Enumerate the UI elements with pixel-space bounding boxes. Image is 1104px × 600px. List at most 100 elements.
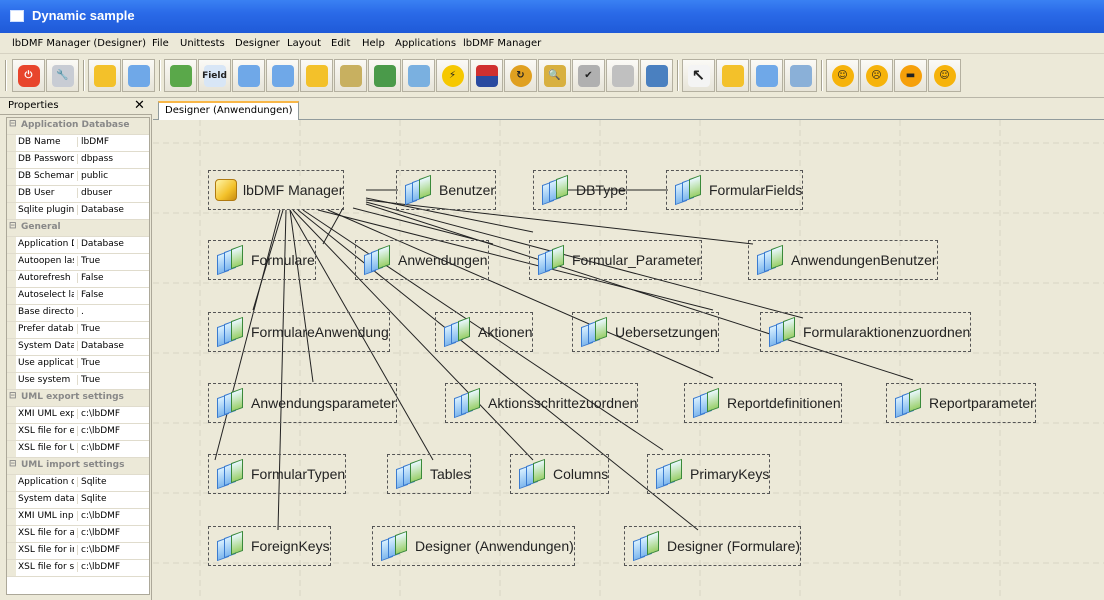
smiley-neutral-button[interactable]: ☺ — [928, 59, 961, 92]
node-anwendungen[interactable]: Anwendungen — [355, 240, 489, 280]
property-row[interactable]: System DatabaseDatabase — [7, 339, 149, 356]
tables-button[interactable] — [122, 59, 155, 92]
property-value[interactable]: . — [77, 307, 149, 317]
property-row[interactable]: Use applicationTrue — [7, 356, 149, 373]
node-formular-parameter[interactable]: Formular_Parameter — [529, 240, 703, 280]
property-value[interactable]: True — [77, 324, 149, 334]
property-row[interactable]: XMI UML inputc:\lbDMF — [7, 509, 149, 526]
node-foreignkeys[interactable]: ForeignKeys — [208, 526, 331, 566]
node-reportparameter[interactable]: Reportparameter — [886, 383, 1036, 423]
menu-layout[interactable]: Layout — [287, 38, 321, 49]
property-section[interactable]: ⊟ UML import settings — [7, 458, 149, 475]
new-cube-button[interactable] — [88, 59, 121, 92]
property-value[interactable]: dbuser — [77, 188, 149, 198]
collapse-icon[interactable]: ⊟ — [9, 221, 17, 231]
property-value[interactable]: True — [77, 358, 149, 368]
print-button[interactable] — [606, 59, 639, 92]
smiley-sad-button[interactable]: ☹ — [860, 59, 893, 92]
node-reportdefinitionen[interactable]: Reportdefinitionen — [684, 383, 842, 423]
magnify-button[interactable]: 🔍 — [538, 59, 571, 92]
property-row[interactable]: System databaseSqlite — [7, 492, 149, 509]
power-button[interactable]: ⏻ — [12, 59, 45, 92]
node-dbtype[interactable]: DBType — [533, 170, 627, 210]
check-button[interactable]: ✔ — [572, 59, 605, 92]
property-row[interactable]: Base directory. — [7, 305, 149, 322]
property-value[interactable]: Sqlite — [77, 477, 149, 487]
tab-designer-anwendungen[interactable]: Designer (Anwendungen) — [158, 101, 300, 120]
chart-button[interactable] — [368, 59, 401, 92]
smiley-happy-button[interactable]: ☺ — [826, 59, 859, 92]
property-value[interactable]: lbDMF — [77, 137, 149, 147]
flags-button[interactable] — [470, 59, 503, 92]
menu-file[interactable]: File — [152, 38, 169, 49]
property-row[interactable]: XSL file for exportc:\lbDMF — [7, 424, 149, 441]
property-row[interactable]: Autoselect lastFalse — [7, 288, 149, 305]
property-row[interactable]: Sqlite plugin nameDatabase — [7, 203, 149, 220]
property-value[interactable]: c:\lbDMF — [77, 426, 149, 436]
property-value[interactable]: c:\lbDMF — [77, 511, 149, 521]
property-row[interactable]: Application databaseSqlite — [7, 475, 149, 492]
table-edit-button[interactable] — [402, 59, 435, 92]
property-value[interactable]: True — [77, 375, 149, 385]
property-value[interactable]: c:\lbDMF — [77, 409, 149, 419]
node-formularfields[interactable]: FormularFields — [666, 170, 804, 210]
node-uebersetzungen[interactable]: Uebersetzungen — [572, 312, 719, 352]
property-section[interactable]: ⊟ Application Database — [7, 118, 149, 135]
tables3-button[interactable] — [784, 59, 817, 92]
node-columns[interactable]: Columns — [510, 454, 610, 494]
node-formulare[interactable]: Formulare — [208, 240, 316, 280]
property-value[interactable]: Database — [77, 239, 149, 249]
property-value[interactable]: Database — [77, 341, 149, 351]
users-button[interactable] — [164, 59, 197, 92]
forms-button[interactable] — [266, 59, 299, 92]
pointer-button[interactable]: ↖ — [682, 59, 715, 92]
designer-canvas[interactable]: lbDMF Manager Benutzer DBType FormularFi… — [153, 120, 1104, 600]
layout-button[interactable] — [640, 59, 673, 92]
node-formularaktionenzuordnen[interactable]: Formularaktionenzuordnen — [760, 312, 972, 352]
menu-unittests[interactable]: Unittests — [180, 38, 225, 49]
node-designer-anwendungen[interactable]: Designer (Anwendungen) — [372, 526, 575, 566]
property-section[interactable]: ⊟ General — [7, 220, 149, 237]
property-section[interactable]: ⊟ UML export settings — [7, 390, 149, 407]
action-button[interactable]: ⚡ — [436, 59, 469, 92]
menu-applications[interactable]: Applications — [395, 38, 456, 49]
node-tables[interactable]: Tables — [387, 454, 472, 494]
property-value[interactable]: Sqlite — [77, 494, 149, 504]
field-button[interactable]: Field — [198, 59, 231, 92]
node-primarykeys[interactable]: PrimaryKeys — [647, 454, 771, 494]
refresh-button[interactable]: ↻ — [504, 59, 537, 92]
property-row[interactable]: XSL file for importc:\lbDMF — [7, 543, 149, 560]
node-formulartypen[interactable]: FormularTypen — [208, 454, 347, 494]
property-value[interactable]: Database — [77, 205, 149, 215]
node-lbdmf-manager[interactable]: lbDMF Manager — [208, 170, 345, 210]
tables2-button[interactable] — [750, 59, 783, 92]
menu-lbdmf-designer[interactable]: lbDMF Manager (Designer) — [12, 38, 146, 49]
menu-designer[interactable]: Designer — [235, 38, 280, 49]
property-value[interactable]: dbpass — [77, 154, 149, 164]
property-row[interactable]: DB Schemanamepublic — [7, 169, 149, 186]
property-row[interactable]: XSL file for sysc:\lbDMF — [7, 560, 149, 577]
property-value[interactable]: c:\lbDMF — [77, 545, 149, 555]
wrench-button[interactable]: 🔧 — [46, 59, 79, 92]
close-icon[interactable]: ✕ — [134, 98, 145, 113]
property-row[interactable]: XMI UML exportc:\lbDMF — [7, 407, 149, 424]
property-row[interactable]: XSL file for UMLc:\lbDMF — [7, 441, 149, 458]
node-formulareanwendung[interactable]: FormulareAnwendung — [208, 312, 390, 352]
cube-button[interactable] — [300, 59, 333, 92]
node-aktionen[interactable]: Aktionen — [435, 312, 534, 352]
property-value[interactable]: True — [77, 256, 149, 266]
property-row[interactable]: XSL file for appc:\lbDMF — [7, 526, 149, 543]
menu-edit[interactable]: Edit — [331, 38, 350, 49]
property-value[interactable]: False — [77, 290, 149, 300]
property-value[interactable]: c:\lbDMF — [77, 528, 149, 538]
cube2-button[interactable] — [716, 59, 749, 92]
tools-button[interactable] — [334, 59, 367, 92]
node-aktionsschrittezuordnen[interactable]: Aktionsschrittezuordnen — [445, 383, 639, 423]
property-row[interactable]: Application DatabaseDatabase — [7, 237, 149, 254]
property-row[interactable]: Autoopen lastTrue — [7, 254, 149, 271]
node-benutzer[interactable]: Benutzer — [396, 170, 497, 210]
node-anwendungsparameter[interactable]: Anwendungsparameter — [208, 383, 397, 423]
property-row[interactable]: DB User dbuser — [7, 186, 149, 203]
property-value[interactable]: public — [77, 171, 149, 181]
property-row[interactable]: Prefer databaseTrue — [7, 322, 149, 339]
